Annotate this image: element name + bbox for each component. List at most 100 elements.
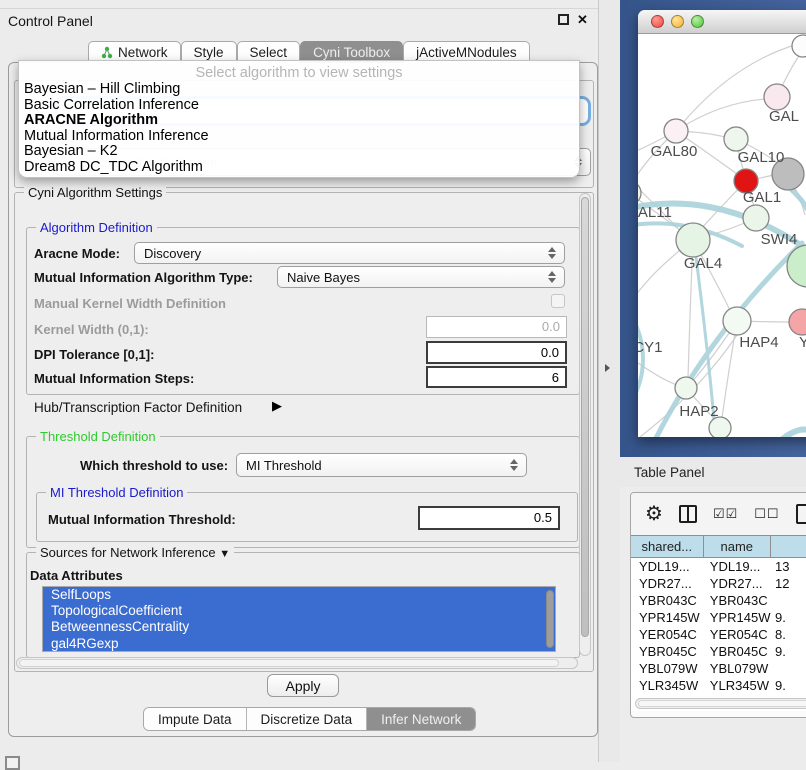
apply-button[interactable]: Apply	[267, 674, 339, 697]
network-window-titlebar[interactable]	[638, 10, 806, 34]
node-big-green[interactable]	[787, 245, 806, 287]
column-header-cut[interactable]	[771, 535, 806, 558]
tab-infer-network[interactable]: Infer Network	[367, 708, 475, 730]
node-gal10[interactable]	[724, 127, 748, 151]
algorithm-definition-title: Algorithm Definition	[36, 220, 157, 235]
mi-threshold-group-title: MI Threshold Definition	[46, 485, 187, 500]
table-panel-body: ⚙ ☑☑ ☐☐ shared... name YDL19... YDL19...…	[630, 492, 806, 718]
panel-dock-icon[interactable]	[5, 756, 20, 770]
node-gal80[interactable]	[664, 119, 688, 143]
dropdown-item-bayesian-k2[interactable]: Bayesian – K2	[19, 144, 579, 160]
node-hap2[interactable]	[675, 377, 697, 399]
node-gal-cut[interactable]	[764, 84, 790, 110]
expand-arrow-icon[interactable]: ▶	[272, 398, 282, 414]
export-table-icon[interactable]	[796, 504, 806, 524]
column-header-shared[interactable]: shared...	[631, 535, 704, 558]
table-toolbar: ⚙ ☑☑ ☐☐	[631, 493, 806, 535]
manual-kernel-label: Manual Kernel Width Definition	[34, 296, 226, 311]
which-threshold-label: Which threshold to use:	[80, 458, 228, 473]
window-close-icon[interactable]	[651, 15, 664, 28]
mi-steps-label: Mutual Information Steps:	[34, 371, 194, 386]
label-gal10: GAL10	[738, 149, 785, 166]
table-header: shared... name	[631, 535, 806, 558]
dpi-tolerance-field[interactable]: 0.0	[426, 341, 567, 364]
node-hap4[interactable]	[723, 307, 751, 335]
collapse-arrow-icon[interactable]: ▼	[219, 548, 230, 560]
algorithm-dropdown-popup: Select algorithm to view settings Bayesi…	[18, 60, 580, 178]
network-desktop: GAL GAL80 GAL10 GAL1 GAL11 SWI4 GAL4 GCY…	[620, 0, 806, 457]
close-panel-icon[interactable]: ✕	[577, 12, 588, 28]
dropdown-item-mutual-info[interactable]: Mutual Information Inference	[19, 129, 579, 145]
label-gal80: GAL80	[651, 143, 698, 160]
dropdown-placeholder: Select algorithm to view settings	[19, 61, 579, 82]
dropdown-item-bayesian-hill[interactable]: Bayesian – Hill Climbing	[19, 82, 579, 98]
mi-steps-field[interactable]: 6	[426, 366, 567, 388]
node-partial-top[interactable]	[792, 35, 806, 57]
aracne-mode-value: Discovery	[144, 246, 201, 261]
label-hap4: HAP4	[739, 334, 778, 351]
node-partial-bottom[interactable]	[709, 417, 731, 437]
node-gal4[interactable]	[676, 223, 710, 257]
window-zoom-icon[interactable]	[691, 15, 704, 28]
highlighted-edges	[638, 186, 806, 437]
list-item-topologicalcoefficient[interactable]: TopologicalCoefficient	[43, 603, 555, 619]
table-panel-title: Table Panel	[634, 465, 705, 480]
table-row[interactable]: YDL19... YDL19... 13	[631, 558, 806, 575]
split-columns-icon[interactable]	[679, 505, 697, 523]
label-hap2: HAP2	[679, 403, 718, 420]
splitter-collapse-handle[interactable]	[605, 364, 610, 372]
mi-type-value: Naive Bayes	[287, 270, 360, 285]
mi-type-combobox[interactable]: Naive Bayes	[277, 266, 565, 288]
data-attributes-label: Data Attributes	[30, 568, 123, 583]
label-gal4: GAL4	[684, 255, 722, 272]
settings-vertical-scrollbar[interactable]	[579, 193, 591, 656]
dropdown-item-basic-correlation[interactable]: Basic Correlation Inference	[19, 98, 579, 114]
which-threshold-value: MI Threshold	[246, 458, 322, 473]
table-row[interactable]: YER054C YER054C 8.	[631, 626, 806, 643]
column-header-name[interactable]: name	[704, 535, 771, 558]
control-panel: Control Panel ✕ Network Style Select Cyn…	[0, 0, 598, 762]
table-row[interactable]: YBL079W YBL079W	[631, 660, 806, 677]
dropdown-item-dream8[interactable]: Dream8 DC_TDC Algorithm	[19, 160, 579, 176]
table-horizontal-scrollbar[interactable]	[635, 698, 806, 709]
node-gal1[interactable]	[743, 205, 769, 231]
aracne-mode-combobox[interactable]: Discovery	[134, 242, 565, 264]
data-attributes-list[interactable]: SelfLoops TopologicalCoefficient Between…	[42, 586, 556, 652]
dropdown-item-aracne[interactable]: ARACNE Algorithm	[19, 113, 579, 129]
node-salmon[interactable]	[789, 309, 806, 335]
stepper-icon	[548, 247, 556, 259]
tab-discretize-data[interactable]: Discretize Data	[247, 708, 368, 730]
table-row[interactable]: YDR27... YDR27... 12	[631, 575, 806, 592]
tab-impute-data[interactable]: Impute Data	[144, 708, 247, 730]
manual-kernel-checkbox[interactable]	[551, 294, 565, 308]
mi-threshold-field[interactable]: 0.5	[418, 506, 560, 530]
settings-horizontal-scrollbar[interactable]	[16, 657, 578, 669]
panel-splitter[interactable]	[598, 0, 620, 762]
kernel-width-field[interactable]: 0.0	[426, 316, 567, 338]
float-panel-icon[interactable]	[558, 14, 569, 25]
deselect-all-icon[interactable]: ☐☐	[754, 506, 779, 522]
list-scrollbar[interactable]	[546, 590, 554, 648]
label-swi4: SWI4	[761, 231, 798, 248]
table-panel-titlebar[interactable]: Table Panel	[620, 457, 806, 487]
select-all-icon[interactable]: ☑☑	[713, 506, 738, 522]
list-item-selfloops[interactable]: SelfLoops	[43, 587, 555, 603]
table-row[interactable]: YLR345W YLR345W 9.	[631, 677, 806, 694]
mi-threshold-label: Mutual Information Threshold:	[48, 512, 236, 527]
which-threshold-combobox[interactable]: MI Threshold	[236, 453, 527, 477]
gear-icon[interactable]: ⚙	[645, 504, 663, 524]
cyni-bottom-tabs: Impute Data Discretize Data Infer Networ…	[143, 707, 476, 731]
table-row[interactable]: YPR145W YPR145W 9.	[631, 609, 806, 626]
network-canvas: GAL GAL80 GAL10 GAL1 GAL11 SWI4 GAL4 GCY…	[638, 34, 806, 437]
control-panel-titlebar[interactable]: Control Panel ✕	[0, 9, 598, 33]
stepper-icon	[548, 271, 556, 283]
hub-section-label[interactable]: Hub/Transcription Factor Definition	[34, 400, 242, 415]
list-item-betweennesscentrality[interactable]: BetweennessCentrality	[43, 619, 555, 635]
table-row[interactable]: YBR045C YBR045C 9.	[631, 643, 806, 660]
table-row[interactable]: YBR043C YBR043C	[631, 592, 806, 609]
sources-group-title[interactable]: Sources for Network Inference ▼	[36, 545, 234, 560]
stepper-icon	[510, 459, 518, 471]
network-icon	[101, 46, 113, 59]
window-minimize-icon[interactable]	[671, 15, 684, 28]
list-item-gal4rgexp[interactable]: gal4RGexp	[43, 636, 555, 652]
